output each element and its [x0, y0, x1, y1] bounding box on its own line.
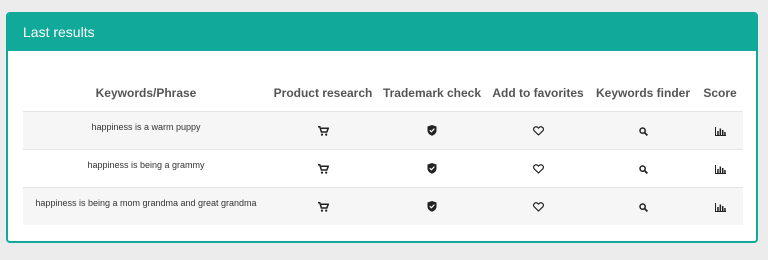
header-keywords-phrase: Keywords/Phrase — [23, 74, 269, 112]
search-icon[interactable] — [638, 164, 648, 174]
results-table: Keywords/Phrase Product research Tradema… — [23, 74, 743, 225]
shield-check-icon[interactable] — [427, 201, 437, 212]
header-score: Score — [697, 74, 743, 112]
shield-check-icon[interactable] — [427, 125, 437, 136]
keywords-finder-cell — [589, 149, 697, 188]
keyword-cell: happiness is being a grammy — [23, 149, 269, 188]
product-research-cell — [269, 149, 377, 188]
keywords-finder-cell — [589, 187, 697, 225]
header-product-research: Product research — [269, 74, 377, 112]
cart-icon[interactable] — [317, 201, 329, 212]
table-row: happiness is being a mom grandma and gre… — [23, 187, 743, 225]
heart-icon[interactable] — [532, 202, 544, 212]
bar-chart-icon[interactable] — [714, 164, 726, 174]
product-research-cell — [269, 111, 377, 150]
keyword-cell: happiness is being a mom grandma and gre… — [23, 187, 269, 225]
add-to-favorites-cell — [487, 187, 589, 225]
trademark-check-cell — [377, 111, 487, 150]
search-icon[interactable] — [638, 202, 648, 212]
cart-icon[interactable] — [317, 163, 329, 174]
score-cell — [697, 111, 743, 150]
add-to-favorites-cell — [487, 149, 589, 188]
last-results-panel: Last results Keywords/Phrase Product res… — [6, 12, 758, 243]
score-cell — [697, 187, 743, 225]
search-icon[interactable] — [638, 126, 648, 136]
table-row: happiness is being a grammy — [23, 149, 743, 188]
product-research-cell — [269, 187, 377, 225]
heart-icon[interactable] — [532, 126, 544, 136]
add-to-favorites-cell — [487, 111, 589, 150]
trademark-check-cell — [377, 187, 487, 225]
header-keywords-finder: Keywords finder — [589, 74, 697, 112]
header-add-to-favorites: Add to favorites — [487, 74, 589, 112]
heart-icon[interactable] — [532, 164, 544, 174]
keyword-cell: happiness is a warm puppy — [23, 111, 269, 150]
bar-chart-icon[interactable] — [714, 202, 726, 212]
score-cell — [697, 149, 743, 188]
table-header-row: Keywords/Phrase Product research Tradema… — [23, 74, 743, 112]
panel-title: Last results — [8, 14, 756, 51]
cart-icon[interactable] — [317, 125, 329, 136]
bar-chart-icon[interactable] — [714, 126, 726, 136]
keywords-finder-cell — [589, 111, 697, 150]
header-trademark-check: Trademark check — [377, 74, 487, 112]
trademark-check-cell — [377, 149, 487, 188]
shield-check-icon[interactable] — [427, 163, 437, 174]
table-row: happiness is a warm puppy — [23, 111, 743, 150]
